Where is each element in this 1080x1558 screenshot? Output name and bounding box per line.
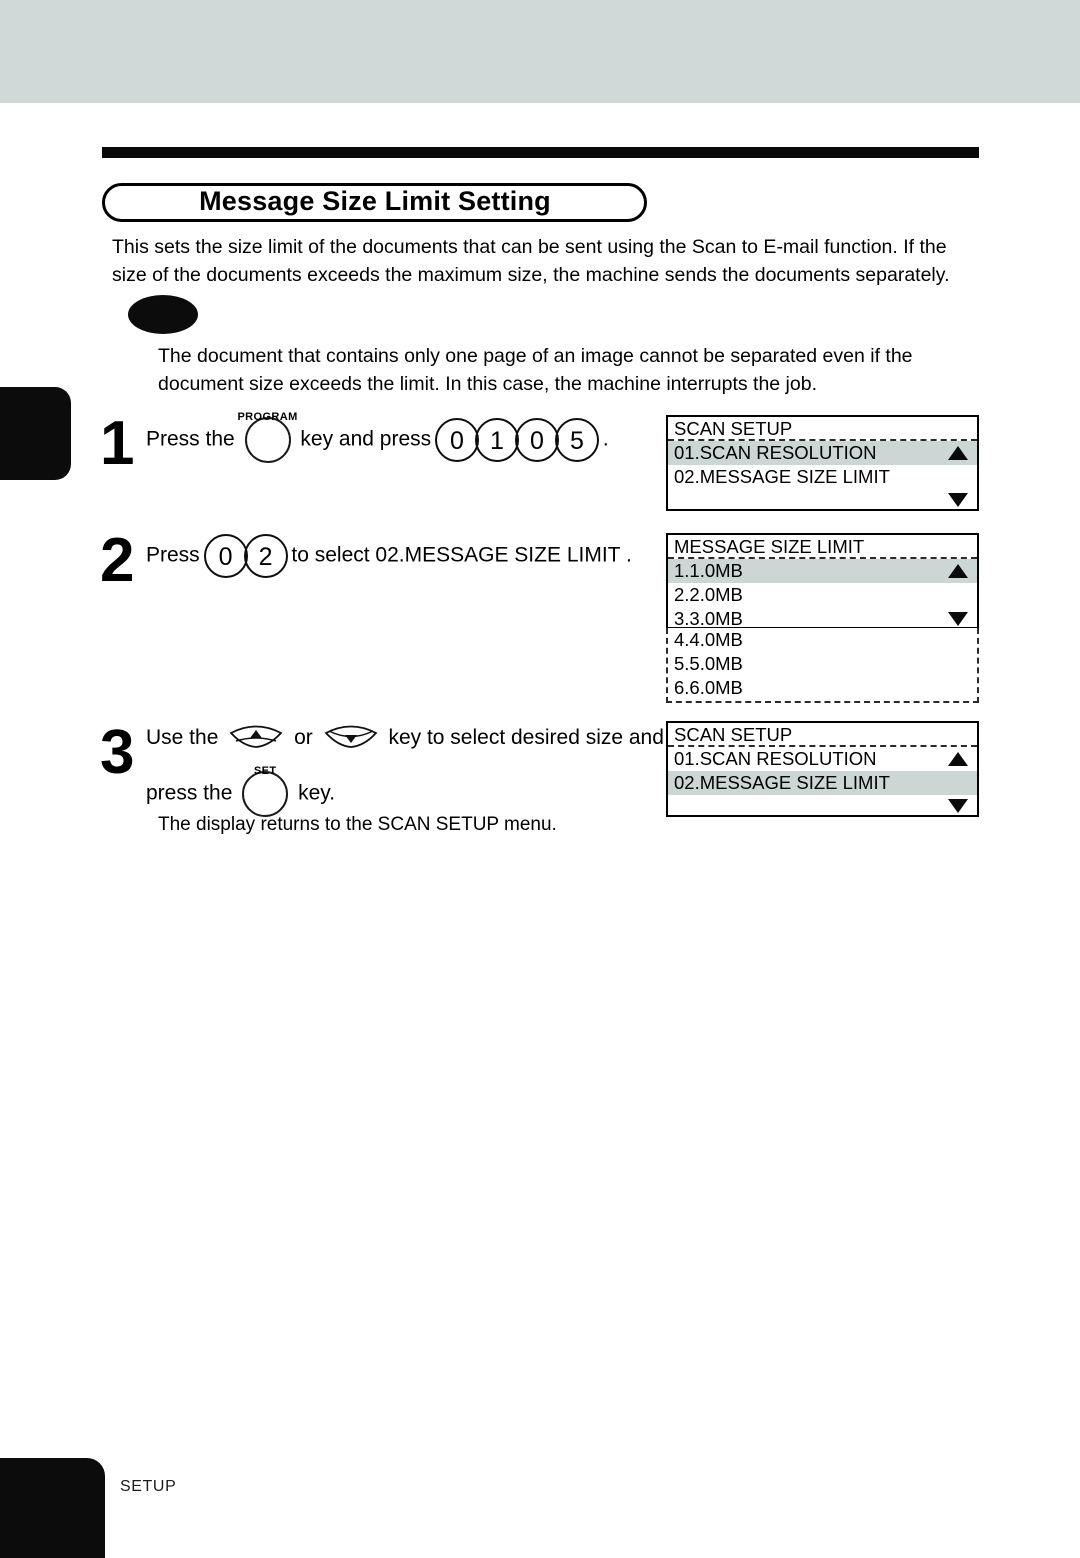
lcd-item-label: 4.4.0MB: [674, 629, 743, 650]
step-2-number: 2: [100, 526, 135, 595]
lcd-item-scan-resolution[interactable]: 01.SCAN RESOLUTION: [668, 441, 977, 465]
lcd-panel-message-size-limit: MESSAGE SIZE LIMIT 1.1.0MB 2.2.0MB 3.3.0…: [666, 533, 979, 629]
numeric-key-1[interactable]: 1: [475, 418, 519, 462]
numeric-key-2[interactable]: 2: [243, 534, 288, 578]
step-1-text: Press the PROGRAM key and press 0105 .: [146, 411, 609, 463]
step-2-text: Press 02 to select 02.MESSAGE SIZE LIMIT…: [146, 534, 632, 578]
lcd-item-2-0mb[interactable]: 2.2.0MB: [668, 583, 977, 607]
lcd-item-label: 01.SCAN RESOLUTION: [674, 442, 877, 463]
step-1-number: 1: [100, 409, 135, 478]
lcd-item-6-0mb[interactable]: 6.6.0MB: [668, 676, 977, 700]
step-3-text-key: key.: [298, 781, 336, 805]
lcd-item-message-size-limit[interactable]: 02.MESSAGE SIZE LIMIT: [668, 465, 977, 489]
lcd-item-label: 02.MESSAGE SIZE LIMIT: [674, 772, 890, 793]
lcd-item-label: 5.5.0MB: [674, 653, 743, 674]
lcd-title: MESSAGE SIZE LIMIT: [668, 535, 977, 559]
lcd-item-label: 2.2.0MB: [674, 584, 743, 605]
heading-rule: [102, 147, 979, 158]
numeric-key-0a[interactable]: 0: [435, 418, 479, 462]
step-3-text-b: key to select desired size and: [388, 726, 664, 749]
lcd-item-message-size-limit[interactable]: 02.MESSAGE SIZE LIMIT: [668, 771, 977, 795]
intro-paragraph: This sets the size limit of the document…: [112, 236, 950, 286]
step-1-text-end: .: [602, 427, 609, 451]
note-badge: [128, 295, 198, 334]
numeric-key-0b[interactable]: 0: [515, 418, 559, 462]
scroll-down-icon[interactable]: [948, 493, 968, 507]
arrow-up-key-icon[interactable]: [229, 724, 283, 751]
step-2-text-after: to select 02.MESSAGE SIZE LIMIT .: [291, 543, 632, 567]
lcd-item-scan-resolution[interactable]: 01.SCAN RESOLUTION: [668, 747, 977, 771]
lcd-item-label: 01.SCAN RESOLUTION: [674, 748, 877, 769]
program-key-icon[interactable]: PROGRAM: [237, 411, 297, 463]
footer-section-label: SETUP: [120, 1478, 177, 1495]
side-index-tab: [0, 387, 71, 480]
top-decorative-band: [0, 0, 1080, 103]
bottom-index-tab: [0, 1458, 105, 1558]
step-3-number: 3: [100, 718, 135, 787]
arrow-down-key-icon[interactable]: [324, 724, 378, 751]
scroll-up-icon[interactable]: [948, 564, 968, 578]
lcd-item-label: 6.6.0MB: [674, 677, 743, 698]
step-3-line-1: Use the or key to select desired size an…: [146, 723, 664, 753]
page-title: Message Size Limit Setting: [199, 186, 551, 216]
numeric-key-0[interactable]: 0: [203, 534, 248, 578]
step-1-text-before: Press the: [146, 427, 235, 451]
step-3-subtext: The display returns to the SCAN SETUP me…: [158, 814, 557, 835]
lcd-title: SCAN SETUP: [668, 723, 977, 747]
lcd-item-1-0mb[interactable]: 1.1.0MB: [668, 559, 977, 583]
scroll-down-icon[interactable]: [948, 612, 968, 626]
step-3-text-press: press the: [146, 781, 233, 805]
step-1-text-after: key and press: [300, 427, 432, 451]
step-3-text-a: Use the: [146, 726, 219, 749]
lcd-item-label: 02.MESSAGE SIZE LIMIT: [674, 466, 890, 487]
lcd-item-label: 3.3.0MB: [674, 608, 743, 629]
program-key-cap: PROGRAM: [237, 411, 298, 423]
scroll-up-icon[interactable]: [948, 446, 968, 460]
set-key-cap: SET: [253, 765, 277, 777]
lcd-item-blank: [668, 795, 977, 817]
lcd-panel-scan-setup-returned: SCAN SETUP 01.SCAN RESOLUTION 02.MESSAGE…: [666, 721, 979, 817]
lcd-panel-message-size-limit-overflow: 4.4.0MB 5.5.0MB 6.6.0MB: [666, 628, 979, 703]
scroll-down-icon[interactable]: [948, 799, 968, 813]
note-body: The document that contains only one page…: [158, 345, 913, 395]
lcd-item-blank: [668, 489, 977, 511]
step-3-text-or: or: [294, 726, 313, 749]
lcd-item-label: 1.1.0MB: [674, 560, 743, 581]
lcd-item-5-0mb[interactable]: 5.5.0MB: [668, 652, 977, 676]
step-2-text-before: Press: [146, 543, 200, 567]
lcd-panel-scan-setup-initial: SCAN SETUP 01.SCAN RESOLUTION 02.MESSAGE…: [666, 415, 979, 511]
lcd-title: SCAN SETUP: [668, 417, 977, 441]
lcd-item-4-0mb[interactable]: 4.4.0MB: [668, 628, 977, 652]
numeric-key-5[interactable]: 5: [555, 418, 599, 462]
scroll-up-icon[interactable]: [948, 752, 968, 766]
